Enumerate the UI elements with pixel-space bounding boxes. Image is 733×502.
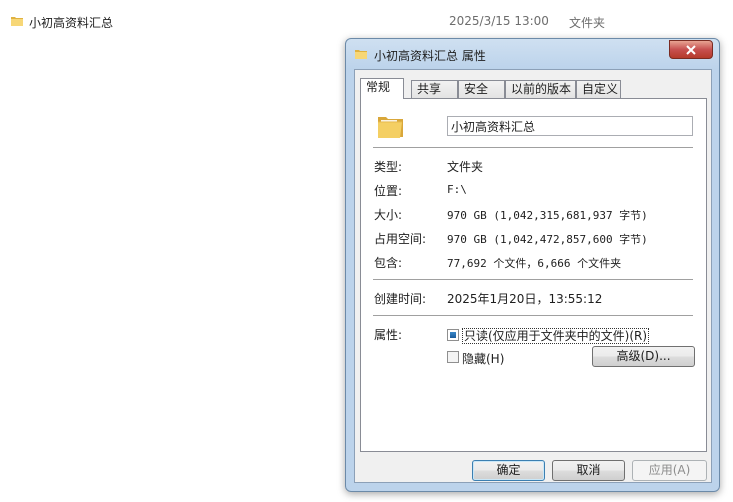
folder-icon (354, 47, 368, 64)
attributes-label: 属性: (374, 328, 403, 342)
location-label: 位置: (374, 184, 403, 198)
type-value: 文件夹 (447, 160, 484, 174)
tab-general[interactable]: 常规 (360, 78, 404, 99)
separator (373, 315, 693, 316)
readonly-checkbox[interactable] (447, 329, 459, 341)
hidden-checkbox[interactable] (447, 351, 459, 363)
explorer-file-row[interactable]: 小初高资料汇总 2025/3/15 13:00 文件夹 (0, 8, 733, 34)
close-icon (686, 45, 696, 55)
contains-label: 包含: (374, 256, 403, 270)
file-type: 文件夹 (569, 16, 606, 30)
folder-large-icon (375, 111, 407, 146)
advanced-button[interactable]: 高级(D)... (592, 346, 695, 367)
cancel-button[interactable]: 取消 (552, 460, 625, 481)
readonly-label-text: 只读(仅应用于文件夹中的文件)(R) (462, 328, 650, 344)
dialog-client: 常规 共享 安全 以前的版本 自定义 类型: 文件夹 位置: F:\ 大小: (354, 69, 712, 483)
created-label: 创建时间: (374, 292, 427, 306)
file-date: 2025/3/15 13:00 (449, 14, 549, 28)
ok-button[interactable]: 确定 (472, 460, 545, 481)
size-label: 大小: (374, 208, 403, 222)
folder-name-input[interactable] (447, 116, 693, 136)
dialog-titlebar[interactable]: 小初高资料汇总 属性 (346, 39, 719, 69)
properties-dialog: 小初高资料汇总 属性 常规 共享 安全 以前的版本 自定义 类型 (345, 38, 720, 492)
size-on-disk-label: 占用空间: (374, 232, 427, 246)
size-on-disk-value: 970 GB (1,042,472,857,600 字节) (447, 233, 648, 246)
separator (373, 147, 693, 148)
close-button[interactable] (669, 40, 713, 59)
readonly-label[interactable]: 只读(仅应用于文件夹中的文件)(R) (462, 327, 650, 344)
tab-sharing[interactable]: 共享 (411, 80, 458, 98)
folder-icon (10, 14, 24, 31)
file-name: 小初高资料汇总 (29, 16, 114, 30)
tab-previous-versions[interactable]: 以前的版本 (505, 80, 576, 98)
size-value: 970 GB (1,042,315,681,937 字节) (447, 209, 648, 222)
contains-value: 77,692 个文件，6,666 个文件夹 (447, 257, 622, 270)
apply-button[interactable]: 应用(A) (632, 460, 707, 481)
location-value: F:\ (447, 183, 467, 196)
created-value: 2025年1月20日，13:55:12 (447, 292, 603, 306)
separator (373, 279, 693, 280)
hidden-label[interactable]: 隐藏(H) (462, 350, 504, 367)
type-label: 类型: (374, 160, 403, 174)
tab-security[interactable]: 安全 (458, 80, 505, 98)
dialog-title: 小初高资料汇总 属性 (374, 49, 486, 63)
general-panel: 类型: 文件夹 位置: F:\ 大小: 970 GB (1,042,315,68… (360, 98, 707, 452)
tab-customize[interactable]: 自定义 (576, 80, 621, 98)
